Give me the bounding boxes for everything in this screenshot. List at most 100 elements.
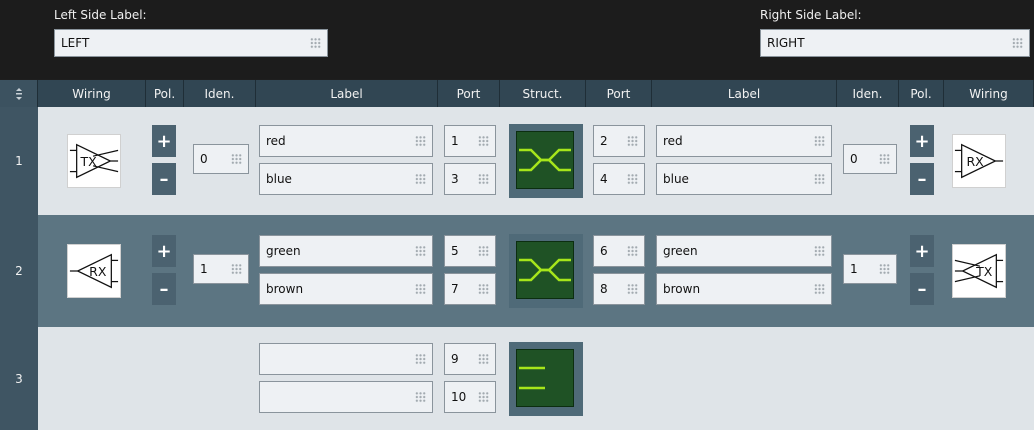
right-polarity-minus-button[interactable]: –	[910, 163, 934, 195]
right-side-label-title: Right Side Label:	[760, 8, 862, 22]
keypad-icon[interactable]	[627, 283, 638, 295]
left-polarity-minus-button[interactable]: –	[152, 273, 176, 305]
right-wiring-rx-icon[interactable]: RX	[952, 134, 1006, 188]
keypad-icon[interactable]	[478, 245, 489, 257]
right-port-field[interactable]: 4	[593, 163, 645, 195]
right-wiring-tx-icon[interactable]: TX	[952, 244, 1006, 298]
right-label-field-value: red	[663, 134, 683, 148]
keypad-icon[interactable]	[415, 353, 426, 365]
left-port-field[interactable]: 5	[444, 235, 496, 267]
header-struct: Struct.	[500, 80, 586, 107]
keypad-icon[interactable]	[627, 173, 638, 185]
struct-diagram	[516, 131, 574, 189]
left-iden-field-value: 1	[200, 262, 208, 276]
left-label-field[interactable]	[259, 381, 433, 413]
right-side-label-value: RIGHT	[767, 36, 805, 50]
right-port-field[interactable]: 8	[593, 273, 645, 305]
header-label-left: Label	[256, 80, 438, 107]
left-iden-field[interactable]: 1	[193, 254, 249, 284]
right-polarity-plus-button[interactable]: +	[910, 125, 934, 157]
left-label-field[interactable]: brown	[259, 273, 433, 305]
svg-text:RX: RX	[966, 154, 984, 169]
left-port-field-value: 9	[451, 352, 459, 366]
keypad-icon[interactable]	[879, 153, 890, 165]
left-port-field[interactable]: 10	[444, 381, 496, 413]
row-number: 1	[0, 107, 38, 215]
right-port-field[interactable]: 2	[593, 125, 645, 157]
left-label-field[interactable]: green	[259, 235, 433, 267]
keypad-icon[interactable]	[627, 245, 638, 257]
row-number: 3	[0, 327, 38, 430]
left-iden-field[interactable]: 0	[193, 144, 249, 174]
struct-open-icon	[509, 342, 583, 416]
keypad-icon[interactable]	[814, 173, 825, 185]
left-polarity-plus-button[interactable]: +	[152, 125, 176, 157]
left-port-field[interactable]: 1	[444, 125, 496, 157]
keypad-icon[interactable]	[231, 153, 242, 165]
left-port-field[interactable]: 7	[444, 273, 496, 305]
keypad-icon[interactable]	[814, 135, 825, 147]
left-label-field-value: green	[266, 244, 301, 258]
keypad-icon[interactable]	[415, 391, 426, 403]
keypad-icon[interactable]	[627, 135, 638, 147]
right-label-field[interactable]: blue	[656, 163, 832, 195]
left-iden-field-value: 0	[200, 152, 208, 166]
left-label-field-value: brown	[266, 282, 304, 296]
right-label-field[interactable]: brown	[656, 273, 832, 305]
keypad-icon[interactable]	[814, 245, 825, 257]
right-iden-field[interactable]: 1	[843, 254, 897, 284]
header-iden-left: Iden.	[184, 80, 256, 107]
left-label-field[interactable]: red	[259, 125, 433, 157]
left-port-field-value: 1	[451, 134, 459, 148]
keypad-icon[interactable]	[310, 37, 321, 49]
svg-text:RX: RX	[89, 264, 107, 279]
keypad-icon[interactable]	[879, 263, 890, 275]
right-polarity-minus-button[interactable]: –	[910, 273, 934, 305]
side-label-band: Left Side Label: LEFT Right Side Label: …	[0, 0, 1034, 79]
keypad-icon[interactable]	[478, 391, 489, 403]
sort-handle[interactable]	[0, 80, 38, 107]
keypad-icon[interactable]	[415, 245, 426, 257]
keypad-icon[interactable]	[231, 263, 242, 275]
keypad-icon[interactable]	[814, 283, 825, 295]
left-port-field-value: 10	[451, 390, 467, 404]
left-port-field[interactable]: 9	[444, 343, 496, 375]
left-polarity-minus-button[interactable]: –	[152, 163, 176, 195]
keypad-icon[interactable]	[478, 135, 489, 147]
left-wiring-tx-icon[interactable]: TX	[67, 134, 121, 188]
left-label-field-value: red	[266, 134, 286, 148]
struct-crossover-icon	[509, 124, 583, 198]
header-port-right: Port	[586, 80, 652, 107]
right-iden-field[interactable]: 0	[843, 144, 897, 174]
left-label-field[interactable]	[259, 343, 433, 375]
keypad-icon[interactable]	[415, 173, 426, 185]
right-port-field-value: 2	[600, 134, 608, 148]
right-port-field[interactable]: 6	[593, 235, 645, 267]
right-side-label-input[interactable]: RIGHT	[760, 29, 1030, 57]
keypad-icon[interactable]	[415, 283, 426, 295]
keypad-icon[interactable]	[478, 173, 489, 185]
left-side-label-input[interactable]: LEFT	[54, 29, 328, 57]
right-iden-field-value: 0	[850, 152, 858, 166]
struct-diagram	[516, 241, 574, 299]
left-polarity-plus-button[interactable]: +	[152, 235, 176, 267]
header-iden-right: Iden.	[837, 80, 899, 107]
right-polarity-plus-button[interactable]: +	[910, 235, 934, 267]
left-side-label-value: LEFT	[61, 36, 90, 50]
header-port-left: Port	[438, 80, 500, 107]
header-pol-right: Pol.	[899, 80, 944, 107]
keypad-icon[interactable]	[415, 135, 426, 147]
left-port-field[interactable]: 3	[444, 163, 496, 195]
svg-text:TX: TX	[80, 154, 98, 169]
left-label-field-value: blue	[266, 172, 292, 186]
table-row: 3 9 10	[0, 327, 1034, 430]
right-label-field-value: brown	[663, 282, 701, 296]
right-label-field[interactable]: green	[656, 235, 832, 267]
left-wiring-rx-icon[interactable]: RX	[67, 244, 121, 298]
keypad-icon[interactable]	[478, 353, 489, 365]
right-label-field[interactable]: red	[656, 125, 832, 157]
right-label-field-value: blue	[663, 172, 689, 186]
keypad-icon[interactable]	[1012, 37, 1023, 49]
keypad-icon[interactable]	[478, 283, 489, 295]
left-label-field[interactable]: blue	[259, 163, 433, 195]
